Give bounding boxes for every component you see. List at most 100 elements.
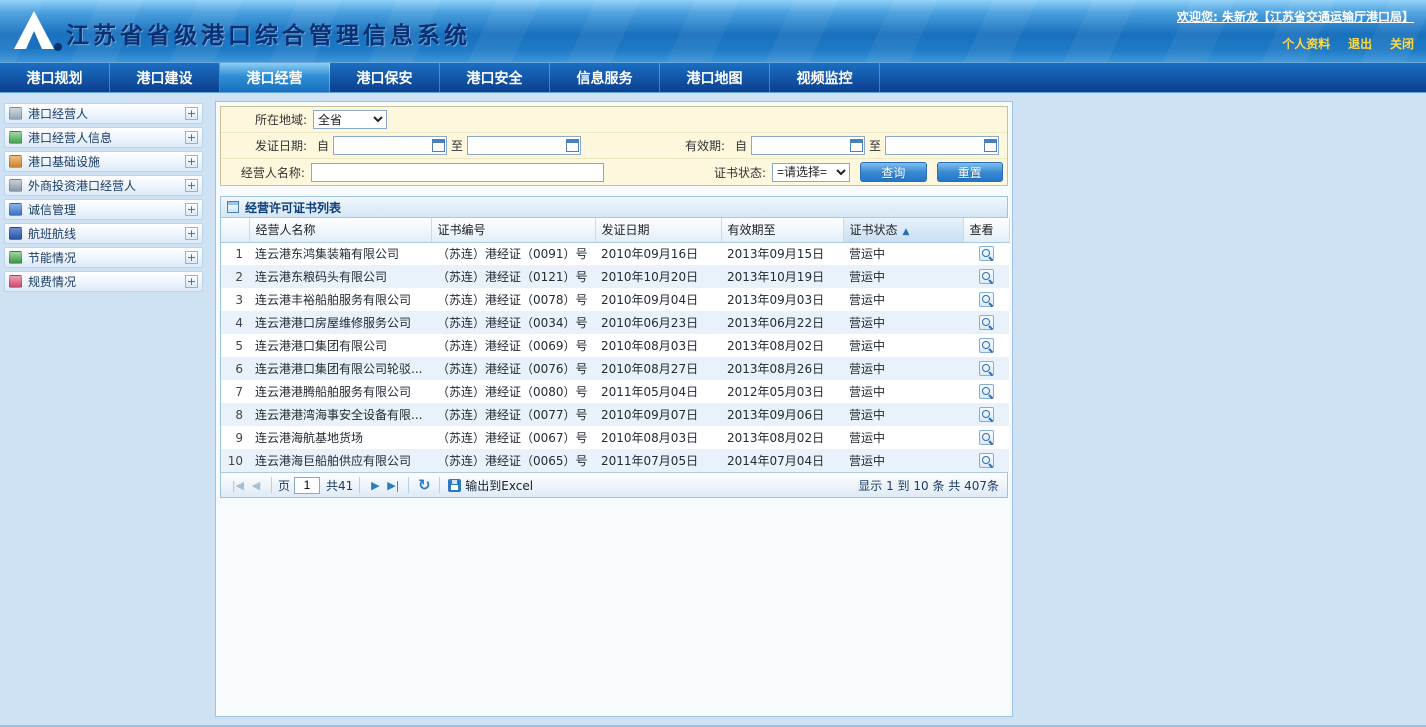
view-detail-icon[interactable] — [979, 384, 994, 399]
record-count-summary: 显示 1 到 10 条 共 407条 — [858, 477, 999, 494]
region-select[interactable]: 全省 — [313, 110, 387, 129]
valid-until-cell: 2013年08月02日 — [721, 426, 843, 449]
expand-icon[interactable]: + — [185, 227, 198, 240]
tab-port-security[interactable]: 港口保安 — [330, 63, 440, 92]
valid-until-cell: 2013年06月22日 — [721, 311, 843, 334]
cert-status-select[interactable]: =请选择= — [772, 163, 850, 182]
table-row[interactable]: 7 连云港港腾船舶服务有限公司 （苏连）港经证（0080）号 2011年05月0… — [221, 380, 1009, 403]
app-logo — [10, 7, 62, 56]
tab-port-planning[interactable]: 港口规划 — [0, 63, 110, 92]
col-issue-date[interactable]: 发证日期 — [595, 218, 721, 242]
table-row[interactable]: 10 连云港海巨船舶供应有限公司 （苏连）港经证（0065）号 2011年07月… — [221, 449, 1009, 472]
validity-to-input[interactable] — [889, 139, 984, 153]
refresh-icon[interactable] — [415, 476, 433, 494]
profile-link[interactable]: 个人资料 — [1282, 37, 1330, 51]
expand-icon[interactable]: + — [185, 107, 198, 120]
tab-port-operation[interactable]: 港口经营 — [220, 63, 330, 92]
cert-no-cell: （苏连）港经证（0069）号 — [431, 334, 595, 357]
view-detail-icon[interactable] — [979, 292, 994, 307]
divider — [271, 477, 272, 493]
table-row[interactable]: 4 连云港港口房屋维修服务公司 （苏连）港经证（0034）号 2010年06月2… — [221, 311, 1009, 334]
calendar-icon[interactable] — [984, 139, 997, 152]
calendar-icon[interactable] — [432, 139, 445, 152]
view-detail-icon[interactable] — [979, 269, 994, 284]
expand-icon[interactable]: + — [185, 131, 198, 144]
valid-until-cell: 2013年09月15日 — [721, 242, 843, 265]
sidebar-item-operator-info[interactable]: 港口经营人信息 + — [4, 127, 203, 148]
issue-date-cell: 2011年05月04日 — [595, 380, 721, 403]
validity-from-label: 自 — [731, 137, 751, 154]
view-detail-icon[interactable] — [979, 246, 994, 261]
cert-no-cell: （苏连）港经证（0121）号 — [431, 265, 595, 288]
pagination-bar: 页 共41 输出到Excel 显示 1 到 10 条 共 407条 — [221, 472, 1007, 497]
sidebar-item-label: 规费情况 — [28, 273, 76, 290]
sidebar-item-port-operator[interactable]: 港口经营人 + — [4, 103, 203, 124]
table-row[interactable]: 1 连云港东鸿集装箱有限公司 （苏连）港经证（0091）号 2010年09月16… — [221, 242, 1009, 265]
table-icon — [227, 201, 239, 213]
expand-icon[interactable]: + — [185, 203, 198, 216]
valid-until-cell: 2014年07月04日 — [721, 449, 843, 472]
table-row[interactable]: 2 连云港东粮码头有限公司 （苏连）港经证（0121）号 2010年10月20日… — [221, 265, 1009, 288]
status-cell: 营运中 — [843, 426, 963, 449]
table-row[interactable]: 9 连云港海航基地货场 （苏连）港经证（0067）号 2010年08月03日 2… — [221, 426, 1009, 449]
view-detail-icon[interactable] — [979, 315, 994, 330]
last-page-icon[interactable] — [384, 476, 402, 494]
operator-name-cell: 连云港港腾船舶服务有限公司 — [249, 380, 431, 403]
sidebar-item-routes[interactable]: 航班航线 + — [4, 223, 203, 244]
col-cert-status[interactable]: 证书状态 — [843, 218, 963, 242]
page-number-input[interactable] — [294, 477, 320, 494]
view-detail-icon[interactable] — [979, 453, 994, 468]
issue-date-cell: 2010年08月03日 — [595, 334, 721, 357]
expand-icon[interactable]: + — [185, 251, 198, 264]
table-row[interactable]: 6 连云港港口集团有限公司轮驳... （苏连）港经证（0076）号 2010年0… — [221, 357, 1009, 380]
col-operator-name[interactable]: 经营人名称 — [249, 218, 431, 242]
view-detail-icon[interactable] — [979, 407, 994, 422]
tab-port-construction[interactable]: 港口建设 — [110, 63, 220, 92]
query-button[interactable]: 查询 — [860, 162, 926, 182]
view-detail-icon[interactable] — [979, 361, 994, 376]
sidebar-item-energy[interactable]: 节能情况 + — [4, 247, 203, 268]
view-detail-icon[interactable] — [979, 430, 994, 445]
expand-icon[interactable]: + — [185, 155, 198, 168]
expand-icon[interactable]: + — [185, 275, 198, 288]
operator-name-cell: 连云港东粮码头有限公司 — [249, 265, 431, 288]
tab-port-safety[interactable]: 港口安全 — [440, 63, 550, 92]
col-valid-until[interactable]: 有效期至 — [721, 218, 843, 242]
table-row[interactable]: 8 连云港港湾海事安全设备有限... （苏连）港经证（0077）号 2010年0… — [221, 403, 1009, 426]
sidebar-item-foreign-investment[interactable]: 外商投资港口经营人 + — [4, 175, 203, 196]
close-link[interactable]: 关闭 — [1390, 37, 1414, 51]
sidebar-item-label: 外商投资港口经营人 — [28, 177, 136, 194]
issue-date-to-input[interactable] — [471, 139, 566, 153]
prev-page-icon[interactable] — [247, 476, 265, 494]
next-page-icon[interactable] — [366, 476, 384, 494]
view-detail-icon[interactable] — [979, 338, 994, 353]
expand-icon[interactable]: + — [185, 179, 198, 192]
cert-no-cell: （苏连）港经证（0080）号 — [431, 380, 595, 403]
tab-port-map[interactable]: 港口地图 — [660, 63, 770, 92]
col-view[interactable]: 查看 — [963, 218, 1009, 242]
tab-video-monitor[interactable]: 视频监控 — [770, 63, 880, 92]
cert-no-cell: （苏连）港经证（0078）号 — [431, 288, 595, 311]
operator-name-input[interactable] — [311, 163, 604, 182]
export-excel-button[interactable]: 输出到Excel — [446, 477, 533, 494]
valid-until-cell: 2013年08月02日 — [721, 334, 843, 357]
table-row[interactable]: 3 连云港丰裕船舶服务有限公司 （苏连）港经证（0078）号 2010年09月0… — [221, 288, 1009, 311]
sidebar-item-label: 港口经营人 — [28, 105, 88, 122]
tab-info-service[interactable]: 信息服务 — [550, 63, 660, 92]
first-page-icon[interactable] — [229, 476, 247, 494]
calendar-icon[interactable] — [850, 139, 863, 152]
table-row[interactable]: 5 连云港港口集团有限公司 （苏连）港经证（0069）号 2010年08月03日… — [221, 334, 1009, 357]
issue-date-cell: 2010年09月04日 — [595, 288, 721, 311]
issue-to-label: 至 — [447, 137, 467, 154]
sidebar-item-integrity[interactable]: 诚信管理 + — [4, 199, 203, 220]
app-header: 江苏省省级港口综合管理信息系统 欢迎您: 朱新龙【江苏省交通运输厅港口局】 个人… — [0, 0, 1426, 62]
sidebar-item-fees[interactable]: 规费情况 + — [4, 271, 203, 292]
logout-link[interactable]: 退出 — [1348, 37, 1372, 51]
calendar-icon[interactable] — [566, 139, 579, 152]
col-cert-no[interactable]: 证书编号 — [431, 218, 595, 242]
sidebar: 港口经营人 + 港口经营人信息 + 港口基础设施 + 外商投资港口经营人 + 诚… — [0, 93, 207, 725]
validity-from-input[interactable] — [755, 139, 850, 153]
sidebar-item-infrastructure[interactable]: 港口基础设施 + — [4, 151, 203, 172]
issue-date-from-input[interactable] — [337, 139, 432, 153]
reset-button[interactable]: 重置 — [937, 162, 1003, 182]
